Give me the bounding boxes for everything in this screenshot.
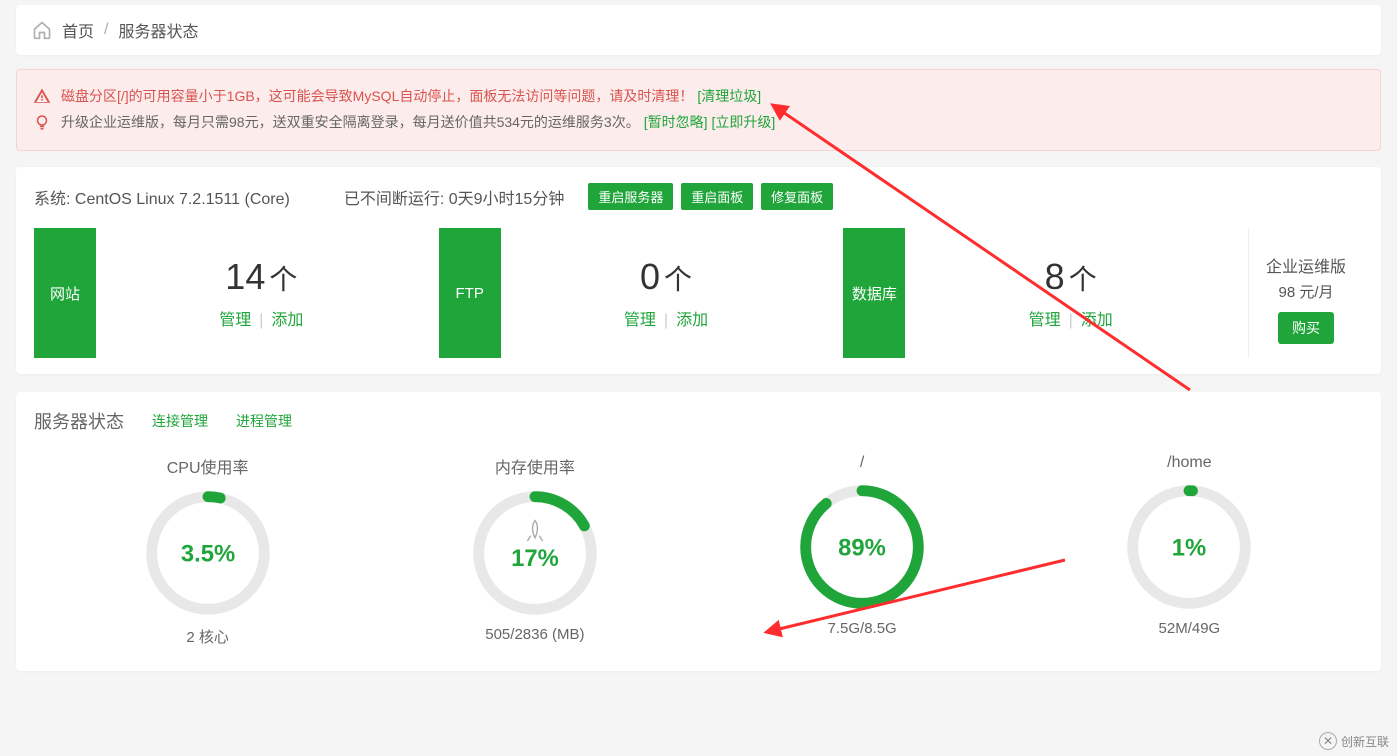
status-title: 服务器状态 xyxy=(34,408,124,434)
gauge-cpu: CPU使用率 3.5% 2 核心 xyxy=(44,454,371,647)
link-conn[interactable]: 连接管理 xyxy=(152,411,208,431)
gauge-root: / 89% 7.5G/8.5G xyxy=(699,454,1026,647)
gauge-cpu-label: CPU使用率 xyxy=(167,454,249,478)
gauge-root-label: / xyxy=(860,454,864,472)
alert-disk-text: 磁盘分区[/]的可用容量小于1GB，这可能会导致MySQL自动停止，面板无法访问… xyxy=(61,86,693,106)
status-panel: 服务器状态 连接管理 进程管理 CPU使用率 3.5% 2 核心 内存使用率 xyxy=(16,392,1381,671)
warning-icon xyxy=(33,87,51,105)
alert-disk-row: 磁盘分区[/]的可用容量小于1GB，这可能会导致MySQL自动停止，面板无法访问… xyxy=(33,86,1364,106)
breadcrumb-sep: / xyxy=(104,21,108,39)
gauge-home-sub: 52M/49G xyxy=(1159,620,1221,637)
system-panel: 系统: CentOS Linux 7.2.1511 (Core) 已不间断运行:… xyxy=(16,167,1381,374)
home-icon xyxy=(32,20,52,40)
os-text: 系统: CentOS Linux 7.2.1511 (Core) xyxy=(34,185,290,209)
ent-title: 企业运维版 xyxy=(1266,253,1346,277)
link-proc[interactable]: 进程管理 xyxy=(236,411,292,431)
stat-cards: 网站 14个 管理|添加 FTP 0个 管理|添加 数据库 8个 管理|添加 xyxy=(34,228,1363,358)
card-ftp-count: 0 xyxy=(640,256,660,297)
card-db-manage[interactable]: 管理 xyxy=(1029,312,1061,329)
restart-server-button[interactable]: 重启服务器 xyxy=(588,183,673,210)
card-db: 数据库 8个 管理|添加 xyxy=(843,228,1236,358)
card-ftp: FTP 0个 管理|添加 xyxy=(439,228,832,358)
gauge-home-label: /home xyxy=(1167,454,1211,472)
card-db-side: 数据库 xyxy=(843,228,905,358)
gauge-root-sub: 7.5G/8.5G xyxy=(828,620,897,637)
breadcrumb-home[interactable]: 首页 xyxy=(62,18,94,42)
system-info-line: 系统: CentOS Linux 7.2.1511 (Core) 已不间断运行:… xyxy=(34,183,1363,210)
card-site-side: 网站 xyxy=(34,228,96,358)
gauge-cpu-pct: 3.5% xyxy=(180,541,234,568)
card-db-add[interactable]: 添加 xyxy=(1081,312,1113,329)
clean-link[interactable]: [清理垃圾] xyxy=(697,86,761,106)
card-site: 网站 14个 管理|添加 xyxy=(34,228,427,358)
watermark-text: 创新互联 xyxy=(1341,733,1389,750)
breadcrumb-current: 服务器状态 xyxy=(118,18,198,42)
card-site-manage[interactable]: 管理 xyxy=(219,312,251,329)
gauge-home: /home 1% 52M/49G xyxy=(1026,454,1353,647)
card-site-unit: 个 xyxy=(269,264,297,295)
gauges-row: CPU使用率 3.5% 2 核心 内存使用率 17% 505/2836 (MB) xyxy=(34,454,1363,647)
gauge-mem: 内存使用率 17% 505/2836 (MB) xyxy=(371,454,698,647)
card-site-add[interactable]: 添加 xyxy=(271,312,303,329)
card-db-unit: 个 xyxy=(1069,264,1097,295)
status-head: 服务器状态 连接管理 进程管理 xyxy=(34,408,1363,434)
ignore-link[interactable]: [暂时忽略] xyxy=(644,112,708,132)
gauge-mem-pct: 17% xyxy=(511,545,559,572)
breadcrumb: 首页 / 服务器状态 xyxy=(16,5,1381,55)
repair-panel-button[interactable]: 修复面板 xyxy=(761,183,833,210)
ent-buy-button[interactable]: 购买 xyxy=(1278,312,1334,344)
uptime-text: 已不间断运行: 0天9小时15分钟 xyxy=(344,185,565,209)
gauge-home-pct: 1% xyxy=(1172,535,1206,562)
card-site-count: 14 xyxy=(225,256,265,297)
alert-box: 磁盘分区[/]的可用容量小于1GB，这可能会导致MySQL自动停止，面板无法访问… xyxy=(16,69,1381,151)
bulb-icon xyxy=(33,113,51,131)
gauge-cpu-sub: 2 核心 xyxy=(186,626,229,647)
gauge-mem-sub: 505/2836 (MB) xyxy=(485,626,584,643)
alert-promo-row: 升级企业运维版，每月只需98元，送双重安全隔离登录，每月送价值共534元的运维服… xyxy=(33,112,1364,132)
watermark: ✕ 创新互联 xyxy=(1319,732,1389,750)
card-ftp-add[interactable]: 添加 xyxy=(676,312,708,329)
card-ftp-manage[interactable]: 管理 xyxy=(624,312,656,329)
gauge-root-pct: 89% xyxy=(838,535,886,562)
card-ftp-side: FTP xyxy=(439,228,501,358)
card-enterprise: 企业运维版 98 元/月 购买 xyxy=(1248,228,1363,358)
card-ftp-unit: 个 xyxy=(664,264,692,295)
restart-panel-button[interactable]: 重启面板 xyxy=(681,183,753,210)
card-db-count: 8 xyxy=(1045,256,1065,297)
ent-price: 98 元/月 xyxy=(1279,281,1334,302)
gauge-mem-label: 内存使用率 xyxy=(495,454,575,478)
watermark-icon: ✕ xyxy=(1319,732,1337,750)
upgrade-link[interactable]: [立即升级] xyxy=(712,112,776,132)
alert-promo-text: 升级企业运维版，每月只需98元，送双重安全隔离登录，每月送价值共534元的运维服… xyxy=(61,112,640,132)
